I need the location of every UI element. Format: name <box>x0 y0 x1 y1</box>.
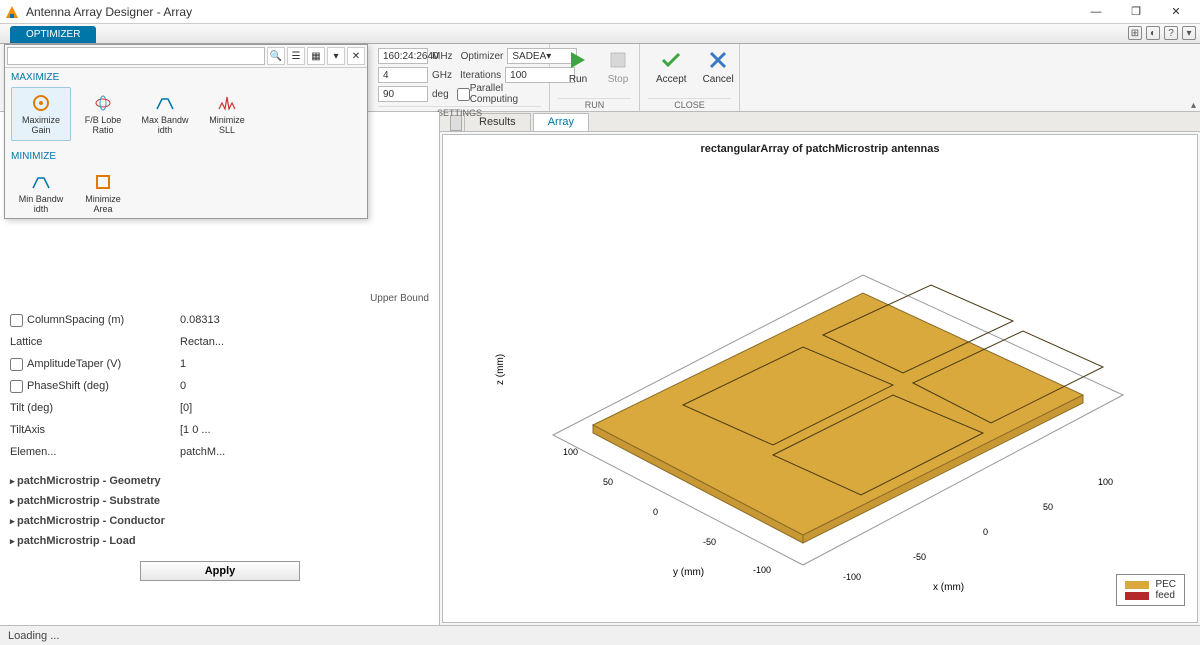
freq-field[interactable]: 4 <box>378 67 428 83</box>
search-icon[interactable]: 🔍 <box>267 47 285 65</box>
minimize-button[interactable]: — <box>1076 1 1116 23</box>
tab-optimizer[interactable]: OPTIMIZER <box>10 26 96 43</box>
freq-sweep-field[interactable]: 160:24:2640 <box>378 48 428 64</box>
cancel-button[interactable]: Cancel <box>695 46 742 96</box>
play-icon <box>566 48 590 72</box>
maximize-button[interactable]: ❐ <box>1116 1 1156 23</box>
prop-checkbox[interactable] <box>10 314 23 327</box>
lobe-icon <box>92 92 114 114</box>
more-icon[interactable]: ▾ <box>1182 26 1196 40</box>
gallery-section-minimize: MINIMIZE <box>5 147 367 164</box>
gallery-item-maximize-gain[interactable]: Maximize Gain <box>11 87 71 141</box>
gallery-item-min-bandw-idth[interactable]: Min Bandw idth <box>11 166 71 220</box>
svg-text:0: 0 <box>653 507 658 517</box>
area-icon <box>92 171 114 193</box>
app-icon <box>4 4 20 20</box>
svg-text:-100: -100 <box>843 572 861 582</box>
bandw-icon <box>154 92 176 114</box>
group-label-close: CLOSE <box>648 98 731 111</box>
svg-text:50: 50 <box>603 477 613 487</box>
svg-text:-50: -50 <box>703 537 716 547</box>
gallery-item-minimize-sll[interactable]: Minimize SLL <box>197 87 257 141</box>
chevron-down-icon[interactable]: ▾ <box>327 47 345 65</box>
bandw-icon <box>30 171 52 193</box>
svg-text:-50: -50 <box>913 552 926 562</box>
parallel-checkbox[interactable] <box>457 88 470 101</box>
prop-row-tilt-deg-: Tilt (deg)[0] <box>10 397 429 419</box>
prop-row-tiltaxis: TiltAxis[1 0 ... <box>10 419 429 441</box>
prop-checkbox[interactable] <box>10 358 23 371</box>
objective-gallery-popup: 🔍 ☰ ▦ ▾ ✕ MAXIMIZE Maximize GainF/B Lobe… <box>4 44 368 219</box>
prop-value[interactable]: [0] <box>180 402 260 414</box>
contrast-icon[interactable]: ◐ <box>1146 26 1160 40</box>
gallery-section-maximize: MAXIMIZE <box>5 68 367 85</box>
plot-legend: PEC feed <box>1116 574 1185 606</box>
svg-text:100: 100 <box>563 447 578 457</box>
angle-field[interactable]: 90 <box>378 86 428 102</box>
prop-row-columnspacing-m-: ColumnSpacing (m)0.08313 <box>10 309 429 331</box>
collapse-ribbon-icon[interactable]: ▴ <box>1191 100 1196 111</box>
view-list-icon[interactable]: ☰ <box>287 47 305 65</box>
group-label-run: RUN <box>558 98 631 111</box>
svg-text:y (mm): y (mm) <box>673 567 704 578</box>
prop-checkbox[interactable] <box>10 380 23 393</box>
gallery-item-minimize-area[interactable]: Minimize Area <box>73 166 133 220</box>
prop-section-patchmicrostrip-load[interactable]: patchMicrostrip - Load <box>10 531 429 551</box>
close-button[interactable]: ✕ <box>1156 1 1196 23</box>
prop-value[interactable]: 0 <box>180 380 260 392</box>
array-3d-viewport[interactable]: rectangularArray of patchMicrostrip ante… <box>442 134 1198 623</box>
accept-button[interactable]: Accept <box>648 46 695 96</box>
prop-section-patchmicrostrip-geometry[interactable]: patchMicrostrip - Geometry <box>10 471 429 491</box>
legend-swatch-feed <box>1125 592 1149 600</box>
target-icon <box>30 92 52 114</box>
sll-icon <box>216 92 238 114</box>
prop-row-elemen-: Elemen...patchM... <box>10 441 429 463</box>
svg-text:0: 0 <box>983 527 988 537</box>
prop-value[interactable]: [1 0 ... <box>180 424 260 436</box>
svg-text:100: 100 <box>1098 477 1113 487</box>
gallery-search-input[interactable] <box>7 47 265 65</box>
gallery-item-f-b-lobe-ratio[interactable]: F/B Lobe Ratio <box>73 87 133 141</box>
prop-value[interactable]: 1 <box>180 358 260 370</box>
gallery-item-max-bandw-idth[interactable]: Max Bandw idth <box>135 87 195 141</box>
help-icon[interactable]: ? <box>1164 26 1178 40</box>
check-icon <box>659 48 683 72</box>
prop-section-patchmicrostrip-conductor[interactable]: patchMicrostrip - Conductor <box>10 511 429 531</box>
run-button[interactable]: Run <box>558 46 598 96</box>
prop-row-amplitudetaper-v-: AmplitudeTaper (V)1 <box>10 353 429 375</box>
prop-value[interactable]: patchM... <box>180 446 260 458</box>
window-title: Antenna Array Designer - Array <box>26 5 1076 19</box>
apply-button[interactable]: Apply <box>140 561 300 581</box>
legend-swatch-pec <box>1125 581 1149 589</box>
prop-row-phaseshift-deg-: PhaseShift (deg)0 <box>10 375 429 397</box>
svg-text:-100: -100 <box>753 565 771 575</box>
status-text: Loading ... <box>8 630 59 642</box>
stop-button[interactable]: Stop <box>598 46 638 96</box>
prop-row-lattice: LatticeRectan... <box>10 331 429 353</box>
upper-bound-header: Upper Bound <box>370 293 429 304</box>
prop-section-patchmicrostrip-substrate[interactable]: patchMicrostrip - Substrate <box>10 491 429 511</box>
svg-text:x (mm): x (mm) <box>933 582 964 593</box>
prop-value[interactable]: 0.08313 <box>180 314 260 326</box>
stop-icon <box>606 48 630 72</box>
close-gallery-icon[interactable]: ✕ <box>347 47 365 65</box>
layout-icon[interactable]: ⊞ <box>1128 26 1142 40</box>
tab-array[interactable]: Array <box>533 113 589 131</box>
view-grid-icon[interactable]: ▦ <box>307 47 325 65</box>
prop-value[interactable]: Rectan... <box>180 336 260 348</box>
svg-text:50: 50 <box>1043 502 1053 512</box>
cancel-icon <box>706 48 730 72</box>
svg-text:z (mm): z (mm) <box>495 354 506 385</box>
